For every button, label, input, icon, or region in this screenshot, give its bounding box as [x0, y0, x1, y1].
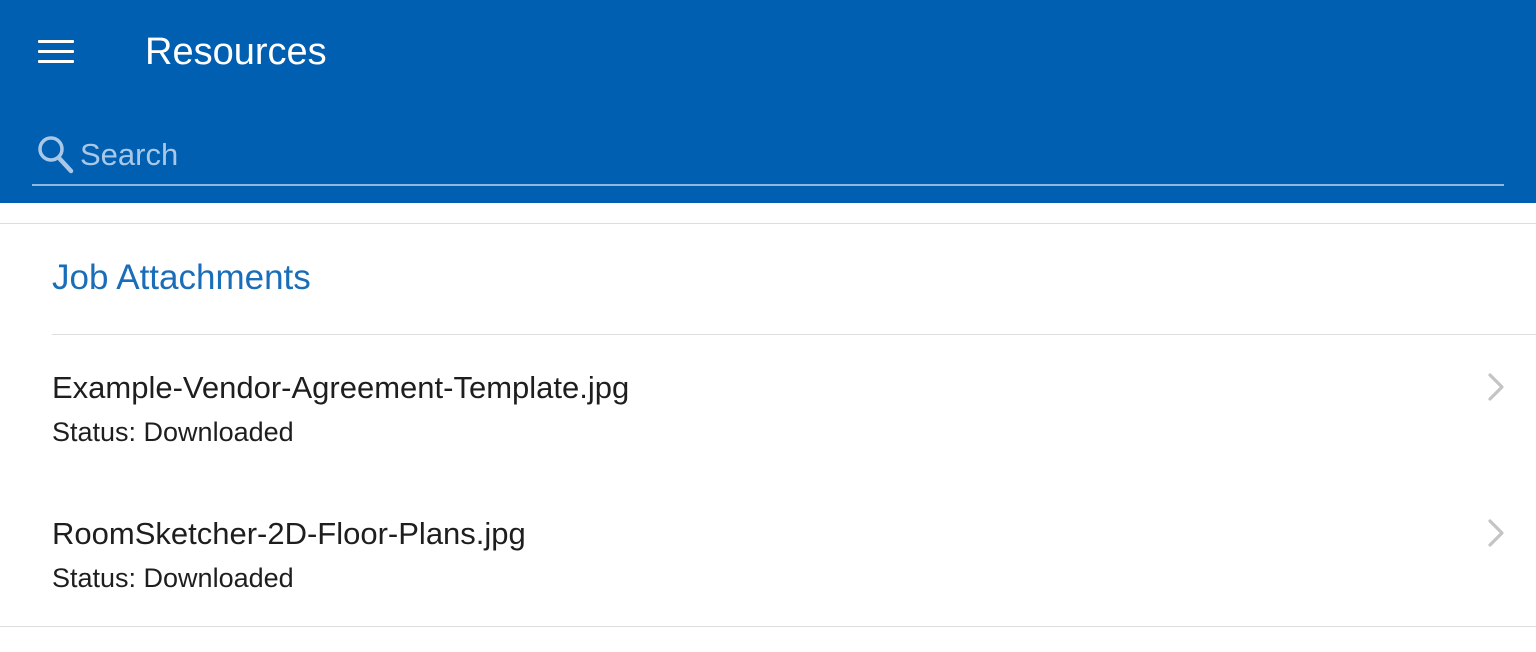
attachment-name: RoomSketcher-2D-Floor-Plans.jpg	[52, 516, 526, 551]
app-header: Resources	[0, 0, 1536, 203]
chevron-right-icon	[1488, 519, 1504, 547]
divider	[52, 334, 1536, 335]
search-icon	[38, 136, 74, 174]
attachment-status: Status: Downloaded	[52, 563, 294, 593]
section-title: Job Attachments	[52, 258, 311, 297]
chevron-right-icon	[1488, 373, 1504, 401]
page-title: Resources	[145, 31, 327, 73]
attachment-name: Example-Vendor-Agreement-Template.jpg	[52, 370, 630, 405]
search-bar[interactable]	[32, 128, 1504, 186]
divider	[0, 626, 1536, 627]
divider	[0, 223, 1536, 224]
attachment-list-item[interactable]: Example-Vendor-Agreement-Template.jpg St…	[0, 366, 1536, 506]
search-input[interactable]	[80, 132, 1480, 178]
hamburger-menu-icon[interactable]	[28, 28, 84, 76]
attachment-status: Status: Downloaded	[52, 417, 294, 447]
attachment-list-item[interactable]: RoomSketcher-2D-Floor-Plans.jpg Status: …	[0, 512, 1536, 652]
